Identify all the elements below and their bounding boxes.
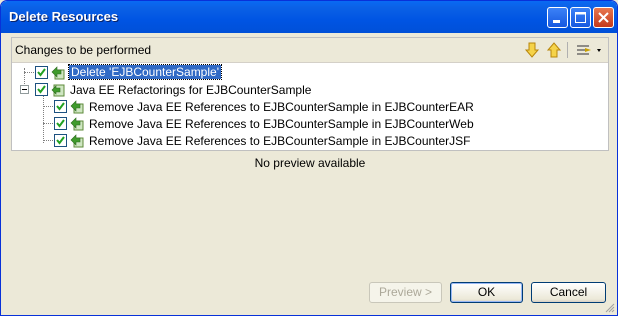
changes-panel: Changes to be performed Delete 'EJBCount… xyxy=(11,37,609,151)
checkmark-icon xyxy=(56,102,65,111)
close-button[interactable] xyxy=(593,7,614,28)
arrow-down-icon xyxy=(524,42,540,58)
tree-item-label: Remove Java EE References to EJBCounterS… xyxy=(89,100,474,114)
filter-changes-button[interactable] xyxy=(573,40,605,60)
tree-item-label: Remove Java EE References to EJBCounterS… xyxy=(89,117,474,131)
maximize-icon xyxy=(575,12,586,23)
toolbar-separator xyxy=(567,42,568,58)
filter-icon xyxy=(577,45,601,55)
ok-button[interactable]: OK xyxy=(450,282,523,303)
resize-grip-icon[interactable] xyxy=(605,303,615,313)
tree-item-checkbox[interactable] xyxy=(54,100,67,113)
tree-item-checkbox[interactable] xyxy=(35,83,48,96)
checkmark-icon xyxy=(56,136,65,145)
change-icon xyxy=(51,66,65,80)
minimize-icon xyxy=(553,20,560,23)
minimize-button[interactable] xyxy=(547,7,568,28)
changes-tree: Delete 'EJBCounterSample' Java EE Refact… xyxy=(12,63,608,149)
tree-item-java-ee-refactorings[interactable]: Java EE Refactorings for EJBCounterSampl… xyxy=(12,81,608,98)
tree-item-checkbox[interactable] xyxy=(54,117,67,130)
maximize-button[interactable] xyxy=(570,7,591,28)
tree-item-delete[interactable]: Delete 'EJBCounterSample' xyxy=(12,64,608,81)
title-bar: Delete Resources xyxy=(1,1,617,33)
tree-item-remove-ear[interactable]: Remove Java EE References to EJBCounterS… xyxy=(12,98,608,115)
preview-button[interactable]: Preview > xyxy=(369,282,442,303)
cancel-button[interactable]: Cancel xyxy=(531,282,606,303)
previous-change-button[interactable] xyxy=(544,40,564,60)
next-change-button[interactable] xyxy=(522,40,542,60)
checkmark-icon xyxy=(37,68,46,77)
collapse-toggle[interactable] xyxy=(20,85,29,94)
dialog-title: Delete Resources xyxy=(9,9,119,24)
tree-item-checkbox[interactable] xyxy=(54,134,67,147)
changes-panel-header: Changes to be performed xyxy=(12,38,608,63)
tree-item-remove-web[interactable]: Remove Java EE References to EJBCounterS… xyxy=(12,115,608,132)
composite-change-icon xyxy=(51,84,65,97)
delete-resources-dialog: Delete Resources Changes to be performed xyxy=(0,0,618,316)
change-icon xyxy=(70,117,84,131)
tree-item-label: Remove Java EE References to EJBCounterS… xyxy=(89,134,471,148)
close-icon xyxy=(598,12,609,23)
change-icon xyxy=(70,100,84,114)
arrow-up-icon xyxy=(546,42,562,58)
preview-message: No preview available xyxy=(254,156,366,170)
tree-item-remove-jsf[interactable]: Remove Java EE References to EJBCounterS… xyxy=(12,132,608,149)
tree-item-label: Delete 'EJBCounterSample' xyxy=(68,64,222,80)
checkmark-icon xyxy=(56,119,65,128)
checkmark-icon xyxy=(37,85,46,94)
changes-panel-title: Changes to be performed xyxy=(15,43,152,57)
change-icon xyxy=(70,134,84,148)
tree-item-checkbox[interactable] xyxy=(35,66,48,79)
tree-item-label: Java EE Refactorings for EJBCounterSampl… xyxy=(70,83,312,97)
